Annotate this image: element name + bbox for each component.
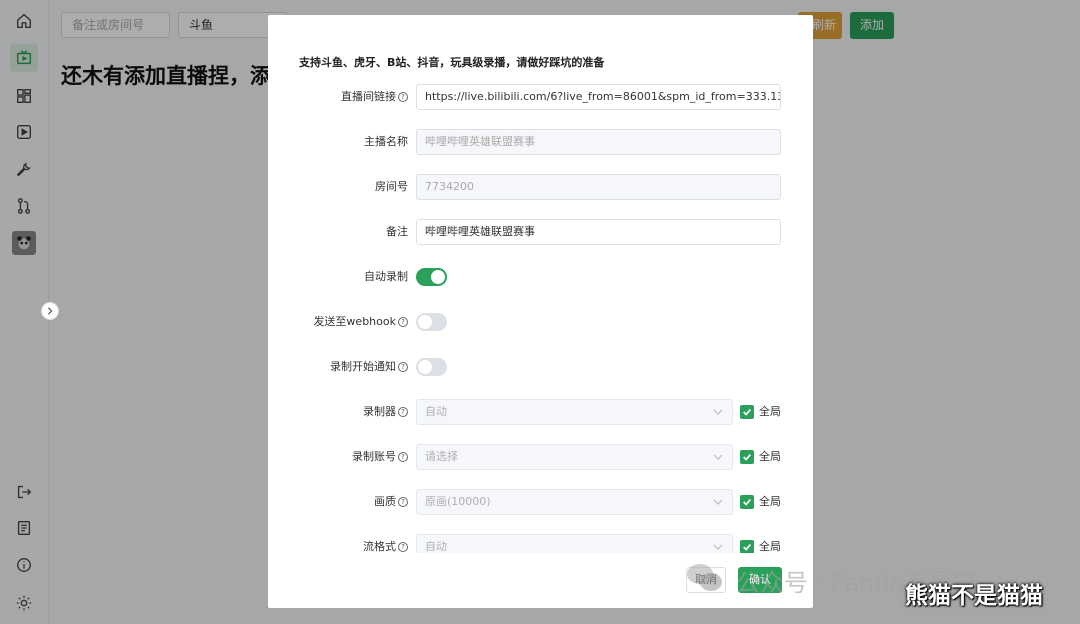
help-icon[interactable]: ? [398,452,408,462]
recorder-label: 录制器 [363,405,396,418]
quality-global-checkbox[interactable] [740,495,754,509]
corner-watermark: 熊猫不是猫猫 [905,583,1043,609]
help-icon[interactable]: ? [398,317,408,327]
url-label: 直播间链接 [341,90,396,103]
room-row: 房间号 7734200 [268,174,813,200]
auto-record-switch[interactable] [416,268,447,286]
help-icon[interactable]: ? [398,362,408,372]
webhook-switch[interactable] [416,313,447,331]
account-label: 录制账号 [352,450,396,463]
webhook-row: 发送至webhook? [268,309,813,335]
format-select[interactable]: 自动 [416,534,733,553]
recorder-value: 自动 [425,405,447,418]
quality-select[interactable]: 原画(10000) [416,489,733,515]
quality-global-label: 全局 [759,495,781,508]
auto-record-label: 自动录制 [364,270,408,283]
chevron-down-icon [713,499,723,505]
note-label: 备注 [386,225,408,238]
account-global-label: 全局 [759,450,781,463]
notify-switch[interactable] [416,358,447,376]
url-row: 直播间链接? https://live.bilibili.com/6?live_… [268,84,813,110]
recorder-global-label: 全局 [759,405,781,418]
streamer-row: 主播名称 哔哩哔哩英雄联盟赛事 [268,129,813,155]
quality-row: 画质? 原画(10000) 全局 [268,489,813,515]
chevron-down-icon [713,544,723,550]
url-input[interactable]: https://live.bilibili.com/6?live_from=86… [416,84,781,110]
recorder-global-checkbox[interactable] [740,405,754,419]
account-value: 请选择 [425,450,458,463]
add-room-dialog: 支持斗鱼、虎牙、B站、抖音，玩具级录播，请做好踩坑的准备 直播间链接? http… [268,15,813,608]
collapse-sidebar-button[interactable] [41,302,59,320]
format-value: 自动 [425,540,447,553]
format-row: 流格式? 自动 全局 [268,534,813,553]
note-input[interactable]: 哔哩哔哩英雄联盟赛事 [416,219,781,245]
note-row: 备注 哔哩哔哩英雄联盟赛事 [268,219,813,245]
webhook-label: 发送至webhook [313,315,396,328]
chevron-down-icon [713,454,723,460]
wechat-icon [687,564,722,591]
chevron-down-icon [713,409,723,415]
quality-label: 画质 [374,495,396,508]
format-global-checkbox[interactable] [740,540,754,553]
room-form: 直播间链接? https://live.bilibili.com/6?live_… [268,15,813,553]
streamer-label: 主播名称 [364,135,408,148]
format-label: 流格式 [363,540,396,553]
recorder-row: 录制器? 自动 全局 [268,399,813,425]
help-icon[interactable]: ? [398,497,408,507]
recorder-select[interactable]: 自动 [416,399,733,425]
auto-record-row: 自动录制 [268,264,813,290]
account-row: 录制账号? 请选择 全局 [268,444,813,470]
room-label: 房间号 [375,180,408,193]
help-icon[interactable]: ? [398,407,408,417]
notify-label: 录制开始通知 [330,360,396,373]
quality-value: 原画(10000) [425,495,491,508]
streamer-input[interactable]: 哔哩哔哩英雄联盟赛事 [416,129,781,155]
help-icon[interactable]: ? [398,92,408,102]
room-input[interactable]: 7734200 [416,174,781,200]
notify-row: 录制开始通知? [268,354,813,380]
help-icon[interactable]: ? [398,542,408,552]
account-select[interactable]: 请选择 [416,444,733,470]
format-global-label: 全局 [759,540,781,553]
account-global-checkbox[interactable] [740,450,754,464]
